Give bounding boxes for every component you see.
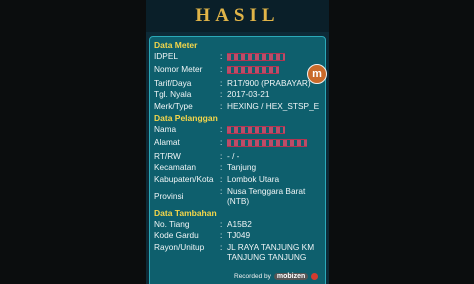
row-separator: : (220, 89, 223, 100)
row-label: IDPEL (154, 51, 178, 61)
redacted-value (227, 51, 321, 64)
row-value: A15B2 (227, 219, 252, 230)
row-value: HEXING / HEX_STSP_E (227, 100, 320, 111)
redaction-scribble (227, 139, 307, 148)
recorder-text: Recorded by (234, 273, 271, 280)
section-data-meter: Data Meter (154, 40, 198, 50)
page-title: HASIL (195, 5, 280, 26)
row-label: RT/RW (154, 150, 181, 161)
section-data-pelanggan: Data Pelanggan (154, 113, 218, 124)
row-separator: : (220, 241, 223, 252)
row-value: - / - (227, 150, 240, 161)
row-value: JL RAYA TANJUNG KM TANJUNG TANJUNG (227, 241, 315, 262)
row-provinsi: Provinsi : Nusa Tenggara Barat (NTB) (154, 186, 321, 206)
row-tarif: Tarif/Daya : R1T/900 (PRABAYAR) (154, 78, 321, 89)
recorder-watermark: Recorded by mobizen (234, 273, 319, 280)
section-data-tambahan: Data Tambahan (154, 208, 217, 219)
row-separator: : (220, 100, 223, 111)
row-value: TJ049 (227, 230, 251, 241)
row-label: Tarif/Daya (154, 77, 192, 88)
row-separator: : (220, 51, 223, 61)
row-separator: : (220, 162, 223, 173)
redaction-scribble (227, 53, 285, 61)
row-label: Kode Gardu (154, 230, 199, 241)
row-value: Lombok Utara (227, 173, 280, 184)
row-separator: : (220, 219, 223, 230)
row-separator: : (220, 186, 223, 197)
row-value: Nusa Tenggara Barat (NTB) (227, 186, 306, 207)
row-merk: Merk/Type : HEXING / HEX_STSP_E (154, 101, 321, 112)
row-rtrw: RT/RW : - / - (154, 151, 321, 162)
row-label: No. Tiang (154, 219, 190, 230)
row-separator: : (220, 77, 223, 88)
row-value: R1T/900 (PRABAYAR) (227, 77, 311, 88)
row-separator: : (220, 64, 223, 75)
mobizen-badge-icon: m (307, 64, 327, 84)
row-tgl-nyala: Tgl. Nyala : 2017-03-21 (154, 89, 321, 100)
row-value: 2017-03-21 (227, 89, 270, 100)
row-separator: : (220, 230, 223, 241)
row-value: Tanjung (227, 162, 257, 173)
record-dot-icon (311, 273, 319, 280)
redaction-scribble (227, 66, 279, 75)
row-kecamatan: Kecamatan : Tanjung (154, 162, 321, 173)
row-label: Nama (154, 124, 177, 135)
row-separator: : (220, 173, 223, 184)
row-label: Nomor Meter (154, 64, 203, 75)
redaction-scribble (227, 126, 285, 135)
row-label: Tgl. Nyala (154, 89, 192, 100)
result-card: Data Meter IDPEL : Nomor Meter : Tarif/D… (149, 36, 326, 284)
row-label: Provinsi (154, 191, 184, 202)
row-nomor-meter: Nomor Meter : (154, 64, 321, 77)
row-separator: : (220, 124, 223, 135)
row-kode-gardu: Kode Gardu : TJ049 (154, 230, 321, 241)
row-no-tiang: No. Tiang : A15B2 (154, 219, 321, 230)
row-nama: Nama : (154, 124, 321, 137)
row-kabupaten: Kabupaten/Kota : Lombok Utara (154, 174, 321, 185)
row-idpel: IDPEL : (154, 51, 321, 64)
app-header: HASIL (146, 0, 329, 32)
row-separator: : (220, 137, 223, 148)
row-separator: : (220, 150, 223, 161)
row-rayon: Rayon/Unitup : JL RAYA TANJUNG KM TANJUN… (154, 242, 321, 262)
redacted-value (227, 124, 321, 137)
row-label: Alamat (154, 137, 180, 148)
row-label: Merk/Type (154, 100, 193, 111)
badge-letter: m (312, 68, 322, 80)
redacted-value (227, 137, 321, 150)
row-alamat: Alamat : (154, 137, 321, 150)
recorder-brand: mobizen (273, 273, 309, 280)
app-screen: HASIL Data Meter IDPEL : Nomor Meter : T… (146, 0, 329, 284)
row-label: Kabupaten/Kota (154, 173, 214, 184)
row-label: Rayon/Unitup (154, 241, 205, 252)
row-label: Kecamatan (154, 162, 196, 173)
